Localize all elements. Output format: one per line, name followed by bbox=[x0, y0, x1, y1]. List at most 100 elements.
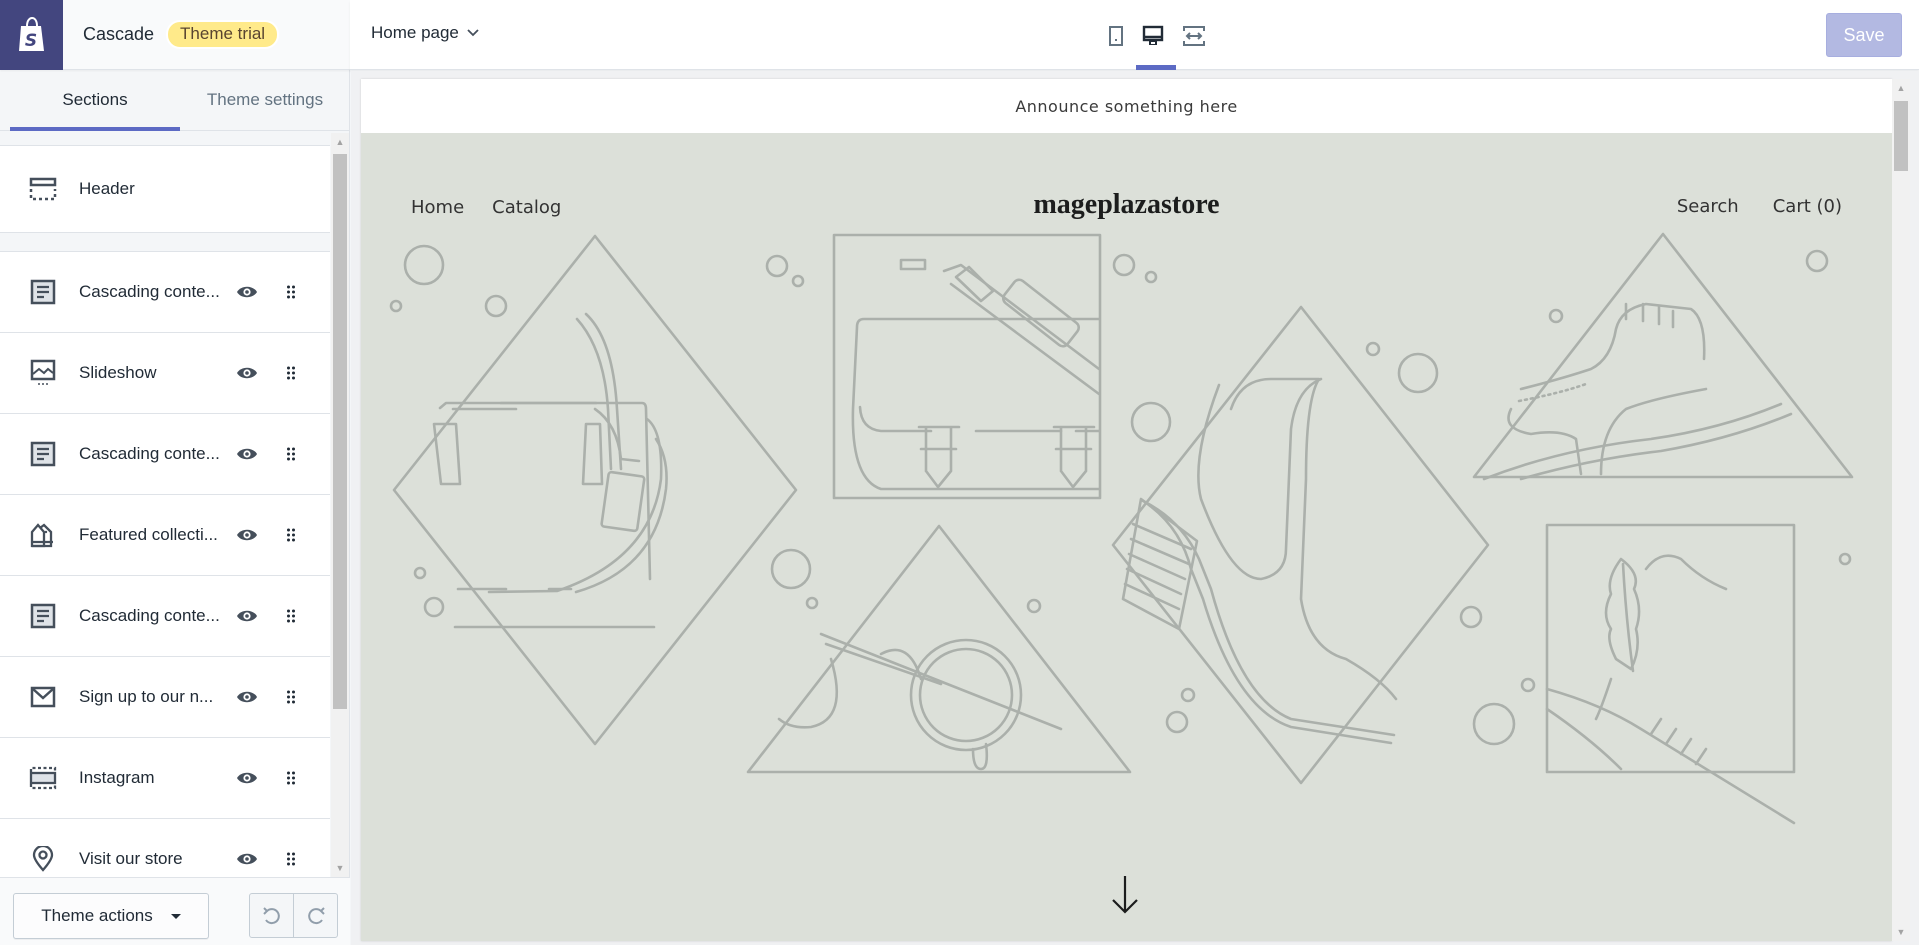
tab-sections[interactable]: Sections bbox=[10, 70, 180, 131]
arrow-down-icon[interactable] bbox=[1109, 874, 1141, 914]
eye-icon[interactable] bbox=[235, 604, 259, 628]
text-block-icon bbox=[29, 278, 57, 306]
shopping-bag-icon: S bbox=[18, 16, 44, 51]
eye-icon[interactable] bbox=[235, 361, 259, 385]
drag-handle-icon[interactable] bbox=[284, 282, 298, 302]
handbag-diamond-illustration bbox=[392, 234, 798, 746]
page-selector-label: Home page bbox=[371, 23, 459, 42]
nav-link-catalog[interactable]: Catalog bbox=[492, 197, 561, 218]
active-device-indicator bbox=[1136, 65, 1176, 70]
envelope-icon bbox=[29, 683, 57, 711]
sidebar: S Cascade Theme trial Sections Theme set… bbox=[0, 0, 350, 945]
redo-icon bbox=[307, 906, 325, 924]
drag-handle-icon[interactable] bbox=[284, 363, 298, 383]
slideshow-icon bbox=[29, 359, 57, 387]
page-selector[interactable]: Home page bbox=[371, 23, 479, 43]
sidebar-tabs: Sections Theme settings bbox=[0, 70, 350, 131]
drag-handle-icon[interactable] bbox=[284, 606, 298, 626]
preview-area: Announce something here Home Catalog mag… bbox=[351, 71, 1919, 945]
desktop-icon bbox=[1142, 25, 1164, 45]
section-item[interactable]: Cascading conte... bbox=[0, 413, 330, 494]
section-item[interactable]: Featured collecti... bbox=[0, 494, 330, 575]
shoe-triangle-illustration bbox=[1472, 232, 1854, 481]
save-button[interactable]: Save bbox=[1826, 13, 1902, 57]
undo-button[interactable] bbox=[250, 894, 293, 937]
header-layout-icon bbox=[29, 175, 57, 203]
svg-text:S: S bbox=[24, 31, 36, 51]
section-item[interactable]: Cascading conte... bbox=[0, 575, 330, 656]
section-label: Slideshow bbox=[79, 363, 157, 382]
caret-down-icon bbox=[170, 913, 181, 919]
drag-handle-icon[interactable] bbox=[284, 687, 298, 707]
chevron-down-icon bbox=[467, 29, 479, 37]
section-label: Instagram bbox=[79, 768, 155, 787]
scroll-up-arrow-icon[interactable]: ▲ bbox=[331, 133, 349, 151]
eye-icon[interactable] bbox=[235, 442, 259, 466]
full-width-icon bbox=[1183, 26, 1205, 46]
section-label: Cascading conte... bbox=[79, 606, 220, 625]
section-label: Cascading conte... bbox=[79, 282, 220, 301]
nav-link-home[interactable]: Home bbox=[411, 197, 464, 218]
divider bbox=[0, 233, 330, 251]
store-nav-left: Home Catalog bbox=[411, 197, 561, 218]
section-label: Featured collecti... bbox=[79, 525, 218, 544]
section-label: Sign up to our n... bbox=[79, 687, 214, 706]
eye-icon[interactable] bbox=[235, 685, 259, 709]
text-block-icon bbox=[29, 602, 57, 630]
scrollbar-thumb[interactable] bbox=[1894, 101, 1908, 171]
mobile-icon bbox=[1109, 26, 1123, 46]
boot-diamond-illustration bbox=[1111, 305, 1490, 785]
store-preview-frame: Announce something here Home Catalog mag… bbox=[361, 79, 1892, 941]
scroll-down-arrow-icon[interactable]: ▼ bbox=[331, 859, 349, 877]
text-block-icon bbox=[29, 440, 57, 468]
mobile-view-button[interactable] bbox=[1102, 22, 1130, 50]
feather-square-illustration bbox=[1545, 523, 1796, 825]
preview-scrollbar[interactable]: ▲ ▼ bbox=[1892, 79, 1910, 941]
undo-redo-group bbox=[249, 893, 338, 938]
section-item[interactable]: Instagram bbox=[0, 737, 330, 818]
drag-handle-icon[interactable] bbox=[284, 849, 298, 869]
section-item[interactable]: Cascading conte... bbox=[0, 251, 330, 332]
theme-name: Cascade bbox=[83, 24, 155, 44]
topbar: Home page Save bbox=[350, 0, 1919, 70]
scroll-up-arrow-icon[interactable]: ▲ bbox=[1892, 79, 1910, 97]
full-width-view-button[interactable] bbox=[1180, 22, 1208, 50]
cart-link[interactable]: Cart (0) bbox=[1773, 196, 1842, 217]
section-item-header[interactable]: Header bbox=[0, 145, 330, 233]
undo-icon bbox=[262, 906, 280, 924]
glasses-triangle-illustration bbox=[746, 524, 1132, 774]
eye-icon[interactable] bbox=[235, 280, 259, 304]
hero-illustration bbox=[389, 232, 1854, 825]
scrollbar-thumb[interactable] bbox=[333, 154, 347, 709]
store-nav-right: Search Cart (0) bbox=[1677, 196, 1842, 217]
tab-theme-settings[interactable]: Theme settings bbox=[180, 70, 350, 130]
search-link[interactable]: Search bbox=[1677, 196, 1739, 217]
section-label: Cascading conte... bbox=[79, 444, 220, 463]
section-label: Visit our store bbox=[79, 849, 183, 868]
theme-actions-button[interactable]: Theme actions bbox=[13, 893, 209, 939]
scroll-down-arrow-icon[interactable]: ▼ bbox=[1892, 923, 1910, 941]
messenger-bag-square-illustration bbox=[832, 233, 1102, 500]
gallery-icon bbox=[29, 764, 57, 792]
drag-handle-icon[interactable] bbox=[284, 768, 298, 788]
theme-actions-label: Theme actions bbox=[41, 906, 153, 925]
section-label: Header bbox=[79, 179, 135, 198]
brand-bar: S Cascade Theme trial bbox=[0, 0, 350, 70]
section-item[interactable]: Visit our store bbox=[0, 818, 330, 877]
theme-trial-badge: Theme trial bbox=[166, 20, 280, 49]
sidebar-scrollbar[interactable]: ▲ ▼ bbox=[331, 133, 349, 877]
theme-editor: S Cascade Theme trial Sections Theme set… bbox=[0, 0, 1919, 945]
drag-handle-icon[interactable] bbox=[284, 525, 298, 545]
eye-icon[interactable] bbox=[235, 766, 259, 790]
section-list: Header Cascading conte... Slideshow Casc… bbox=[0, 133, 330, 877]
section-item[interactable]: Slideshow bbox=[0, 332, 330, 413]
eye-icon[interactable] bbox=[235, 847, 259, 871]
drag-handle-icon[interactable] bbox=[284, 444, 298, 464]
eye-icon[interactable] bbox=[235, 523, 259, 547]
section-item[interactable]: Sign up to our n... bbox=[0, 656, 330, 737]
sidebar-footer: Theme actions bbox=[0, 877, 350, 945]
location-pin-icon bbox=[29, 845, 57, 873]
redo-button[interactable] bbox=[293, 894, 337, 937]
shopify-logo[interactable]: S bbox=[0, 0, 63, 70]
desktop-view-button[interactable] bbox=[1139, 22, 1167, 50]
